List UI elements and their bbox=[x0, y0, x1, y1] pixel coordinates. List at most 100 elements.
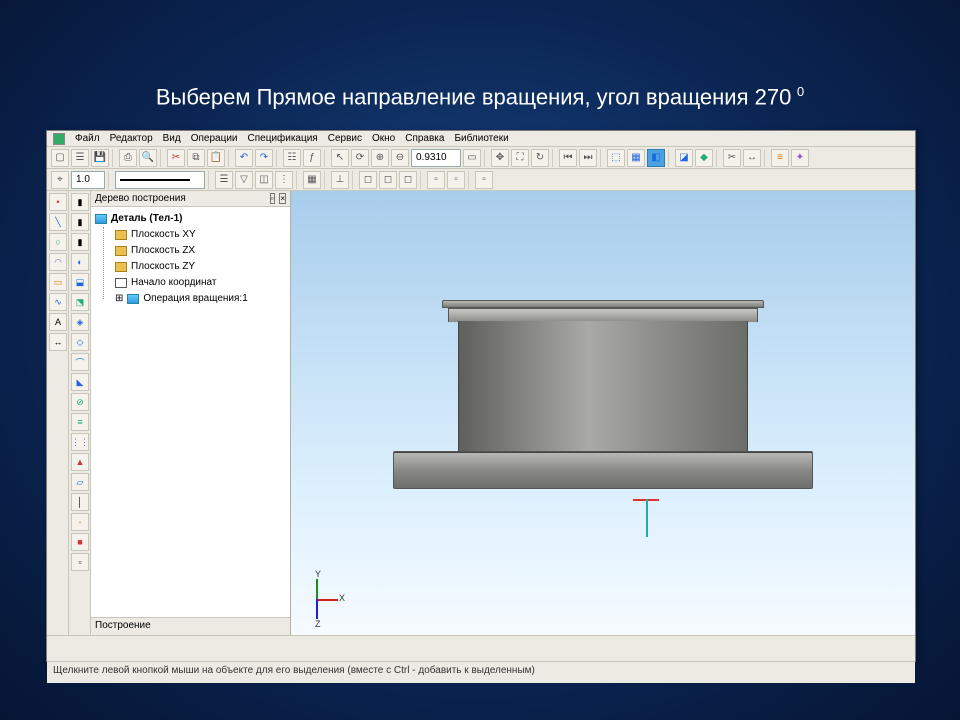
menu-operations[interactable]: Операции bbox=[191, 133, 238, 144]
tree-body: Деталь (Тел-1) Плоскость XY Плоскость ZX… bbox=[91, 207, 290, 617]
tool-b-button[interactable]: ▫ bbox=[447, 171, 465, 189]
layer-button[interactable]: ☰ bbox=[215, 171, 233, 189]
line-style-dropdown[interactable] bbox=[115, 171, 205, 189]
separator bbox=[296, 171, 300, 189]
tree-plane-zx[interactable]: Плоскость ZX bbox=[115, 243, 286, 259]
shaded-button[interactable]: ◧ bbox=[647, 149, 665, 167]
origin-3-button[interactable]: ◻ bbox=[399, 171, 417, 189]
pattern-button[interactable]: ⋮⋮ bbox=[71, 433, 89, 451]
open-button[interactable]: ☰ bbox=[71, 149, 89, 167]
rotate-button[interactable]: ↻ bbox=[531, 149, 549, 167]
print-button[interactable]: ⎙ bbox=[119, 149, 137, 167]
sketch-dim-button[interactable]: ↔ bbox=[49, 333, 67, 351]
tree-tab[interactable]: Построение bbox=[91, 617, 290, 635]
menu-window[interactable]: Окно bbox=[372, 133, 395, 144]
library-button[interactable]: ✦ bbox=[791, 149, 809, 167]
pointer-button[interactable]: ↖ bbox=[331, 149, 349, 167]
section-button[interactable]: ✂ bbox=[723, 149, 741, 167]
material-button[interactable]: ≡ bbox=[771, 149, 789, 167]
sketch-point-button[interactable]: • bbox=[49, 193, 67, 211]
sweep-button[interactable]: ⬔ bbox=[71, 293, 89, 311]
paste-button[interactable]: 📋 bbox=[207, 149, 225, 167]
constraint-button[interactable]: ⊥ bbox=[331, 171, 349, 189]
tree-op-rotation[interactable]: ⊞Операция вращения:1 bbox=[115, 291, 286, 307]
cut-button[interactable]: ✂ bbox=[167, 149, 185, 167]
grid-button[interactable]: ▦ bbox=[303, 171, 321, 189]
sketch-circle-button[interactable]: ○ bbox=[49, 233, 67, 251]
tree-plane-xy[interactable]: Плоскость XY bbox=[115, 227, 286, 243]
misc-button[interactable]: ▫ bbox=[71, 553, 89, 571]
undo-button[interactable]: ↶ bbox=[235, 149, 253, 167]
tree-root[interactable]: Деталь (Тел-1) bbox=[95, 211, 286, 227]
main-toolbar: ▢ ☰ 💾 ⎙ 🔍 ✂ ⧉ 📋 ↶ ↷ ☷ ƒ ↖ ⟳ ⊕ ⊖ 0.9310 ▭… bbox=[47, 147, 915, 169]
new-button[interactable]: ▢ bbox=[51, 149, 69, 167]
stop-button[interactable]: ■ bbox=[71, 533, 89, 551]
point-button[interactable]: ◦ bbox=[71, 513, 89, 531]
plane-button[interactable]: ▱ bbox=[71, 473, 89, 491]
axis-button[interactable]: │ bbox=[71, 493, 89, 511]
preview-button[interactable]: 🔍 bbox=[139, 149, 157, 167]
loft-button[interactable]: ◈ bbox=[71, 313, 89, 331]
selection-button[interactable]: ◫ bbox=[255, 171, 273, 189]
variables-button[interactable]: ƒ bbox=[303, 149, 321, 167]
feature-3-button[interactable]: ▮ bbox=[71, 233, 89, 251]
tree-plane-zy[interactable]: Плоскость ZY bbox=[115, 259, 286, 275]
sketch-rect-button[interactable]: ▭ bbox=[49, 273, 67, 291]
menu-service[interactable]: Сервис bbox=[328, 133, 362, 144]
origin-1-button[interactable]: ◻ bbox=[359, 171, 377, 189]
sketch-spline-button[interactable]: ∿ bbox=[49, 293, 67, 311]
zoom-window-button[interactable]: ▭ bbox=[463, 149, 481, 167]
wireframe-button[interactable]: ⬚ bbox=[607, 149, 625, 167]
zoom-value-dropdown[interactable]: 0.9310 bbox=[411, 149, 461, 167]
bom-button[interactable]: ⋮ bbox=[275, 171, 293, 189]
perspective-button[interactable]: ◪ bbox=[675, 149, 693, 167]
tool-a-button[interactable]: ▫ bbox=[427, 171, 445, 189]
zoom-prev-button[interactable]: ⏮ bbox=[559, 149, 577, 167]
shell-button[interactable]: ◇ bbox=[71, 333, 89, 351]
zoom-in-button[interactable]: ⊕ bbox=[371, 149, 389, 167]
mirror-button[interactable]: ▲ bbox=[71, 453, 89, 471]
render-button[interactable]: ◆ bbox=[695, 149, 713, 167]
chamfer-button[interactable]: ◣ bbox=[71, 373, 89, 391]
origin-2-button[interactable]: ◻ bbox=[379, 171, 397, 189]
feature-2-button[interactable]: ▮ bbox=[71, 213, 89, 231]
separator bbox=[716, 149, 720, 167]
hidden-lines-button[interactable]: ▦ bbox=[627, 149, 645, 167]
tool-c-button[interactable]: ▫ bbox=[475, 171, 493, 189]
tree-origin[interactable]: Начало координат bbox=[115, 275, 286, 291]
close-tree-button[interactable]: × bbox=[279, 193, 286, 204]
extrude-button[interactable]: ▮ bbox=[71, 193, 89, 211]
pan-button[interactable]: ✥ bbox=[491, 149, 509, 167]
revolve-button[interactable]: ◐ bbox=[71, 253, 89, 271]
menu-libraries[interactable]: Библиотеки bbox=[454, 133, 508, 144]
zoom-out-button[interactable]: ⊖ bbox=[391, 149, 409, 167]
redo-button[interactable]: ↷ bbox=[255, 149, 273, 167]
property-bar bbox=[47, 635, 915, 661]
hole-button[interactable]: ⊘ bbox=[71, 393, 89, 411]
scale-dropdown[interactable]: 1.0 bbox=[71, 171, 105, 189]
sketch-arc-button[interactable]: ◠ bbox=[49, 253, 67, 271]
3d-viewport[interactable]: Y X Z bbox=[291, 191, 915, 635]
menu-view[interactable]: Вид bbox=[163, 133, 181, 144]
measure-button[interactable]: ↔ bbox=[743, 149, 761, 167]
filter-button[interactable]: ▽ bbox=[235, 171, 253, 189]
menu-help[interactable]: Справка bbox=[405, 133, 444, 144]
properties-button[interactable]: ☷ bbox=[283, 149, 301, 167]
zoom-next-button[interactable]: ⏭ bbox=[579, 149, 597, 167]
snap-button[interactable]: ⌖ bbox=[51, 171, 69, 189]
fillet-button[interactable]: ⌒ bbox=[71, 353, 89, 371]
sketch-text-button[interactable]: A bbox=[49, 313, 67, 331]
cut-extrude-button[interactable]: ⬓ bbox=[71, 273, 89, 291]
copy-button[interactable]: ⧉ bbox=[187, 149, 205, 167]
refresh-button[interactable]: ⟳ bbox=[351, 149, 369, 167]
menu-specification[interactable]: Спецификация bbox=[248, 133, 318, 144]
sketch-line-button[interactable]: ╲ bbox=[49, 213, 67, 231]
menu-file[interactable]: Файл bbox=[75, 133, 100, 144]
menu-edit[interactable]: Редактор bbox=[110, 133, 153, 144]
pin-button[interactable]: ▫ bbox=[270, 193, 275, 204]
separator bbox=[208, 171, 212, 189]
save-button[interactable]: 💾 bbox=[91, 149, 109, 167]
zoom-fit-button[interactable]: ⛶ bbox=[511, 149, 529, 167]
rib-button[interactable]: ≡ bbox=[71, 413, 89, 431]
separator bbox=[160, 149, 164, 167]
